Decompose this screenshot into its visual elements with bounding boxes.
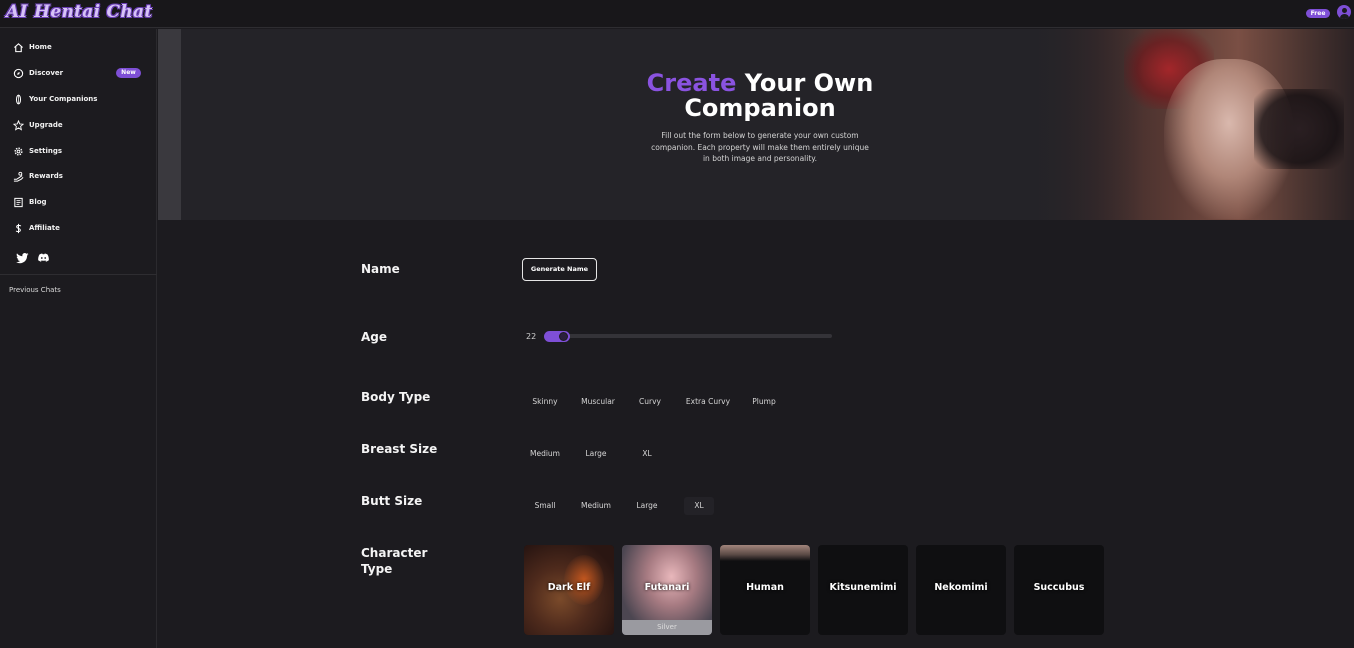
character-card-futanari[interactable]: Futanari Silver: [622, 545, 712, 635]
name-label: Name: [361, 262, 400, 276]
sidebar-item-discover[interactable]: Discover New: [0, 62, 157, 84]
sidebar-item-rewards[interactable]: Rewards: [0, 165, 157, 187]
hero-image: [1024, 29, 1354, 220]
hero-banner: Create Your Own Companion Fill out the f…: [158, 29, 1354, 220]
dollar-icon: [13, 223, 24, 234]
body-type-option[interactable]: Plump: [748, 393, 780, 411]
sidebar-item-label: Home: [29, 43, 52, 51]
character-card-label: Human: [746, 582, 784, 593]
age-value: 22: [526, 332, 537, 341]
sidebar-item-your-companions[interactable]: Your Companions: [0, 88, 157, 110]
butt-size-option[interactable]: Large: [630, 497, 664, 515]
body-type-option[interactable]: Muscular: [577, 393, 619, 411]
character-type-label: Character Type: [361, 546, 428, 576]
breast-size-option[interactable]: Large: [578, 445, 614, 463]
companion-icon: [13, 94, 24, 105]
body-type-option[interactable]: Skinny: [526, 393, 564, 411]
character-card-label: Kitsunemimi: [829, 582, 897, 593]
sidebar-item-label: Settings: [29, 147, 63, 155]
character-card-label: Futanari: [644, 582, 690, 593]
sidebar-item-label: Rewards: [29, 172, 63, 180]
sidebar-item-label: Discover: [29, 69, 64, 77]
body-type-option[interactable]: Extra Curvy: [682, 393, 734, 411]
sidebar-item-label: Affiliate: [29, 224, 60, 232]
age-slider-track[interactable]: [544, 334, 832, 338]
app-logo[interactable]: AI Hentai Chat: [6, 2, 153, 22]
character-card-kitsunemimi[interactable]: Kitsunemimi: [818, 545, 908, 635]
user-avatar-icon[interactable]: [1337, 5, 1351, 19]
sidebar-item-home[interactable]: Home: [0, 36, 157, 58]
sidebar: Home Discover New Your Companions Upgrad…: [0, 29, 157, 648]
breast-size-option[interactable]: XL: [634, 445, 660, 463]
star-icon: [13, 119, 24, 131]
butt-size-option[interactable]: Medium: [576, 497, 616, 515]
rewards-icon: [13, 171, 24, 182]
sidebar-item-label: Upgrade: [29, 121, 63, 129]
new-badge: New: [116, 68, 141, 78]
discord-icon[interactable]: [37, 249, 50, 262]
compass-icon: [13, 68, 24, 79]
breast-size-label: Breast Size: [361, 442, 438, 456]
character-card-succubus[interactable]: Succubus: [1014, 545, 1104, 635]
home-icon: [13, 42, 24, 53]
butt-size-option[interactable]: XL: [684, 497, 714, 515]
top-bar: AI Hentai Chat Free: [0, 0, 1354, 28]
body-type-label: Body Type: [361, 390, 431, 404]
sidebar-item-label: Blog: [29, 198, 47, 206]
character-card-dark-elf[interactable]: Dark Elf: [524, 545, 614, 635]
sidebar-divider: [0, 274, 157, 275]
character-card-label: Dark Elf: [547, 582, 591, 593]
butt-size-option[interactable]: Small: [528, 497, 562, 515]
character-card-nekomimi[interactable]: Nekomimi: [916, 545, 1006, 635]
generate-name-button[interactable]: Generate Name: [522, 258, 597, 281]
twitter-icon[interactable]: [16, 249, 29, 264]
breast-size-option[interactable]: Medium: [524, 445, 566, 463]
plan-badge[interactable]: Free: [1306, 9, 1330, 18]
silver-tier-badge: Silver: [622, 620, 712, 635]
age-label: Age: [361, 330, 388, 344]
character-card-label: Succubus: [1033, 582, 1085, 593]
body-type-option[interactable]: Curvy: [634, 393, 666, 411]
hero-subtitle: Fill out the form below to generate your…: [651, 131, 869, 163]
sidebar-item-settings[interactable]: Settings: [0, 140, 157, 162]
previous-chats-heading: Previous Chats: [9, 286, 61, 294]
character-card-human[interactable]: Human: [720, 545, 810, 635]
blog-icon: [13, 197, 24, 208]
gear-icon: [13, 146, 24, 157]
butt-size-label: Butt Size: [361, 494, 423, 508]
character-card-label: Nekomimi: [934, 582, 988, 593]
age-slider-thumb[interactable]: [559, 332, 568, 341]
sidebar-item-label: Your Companions: [29, 95, 98, 103]
hero-title: Create Your Own Companion: [646, 69, 874, 122]
sidebar-item-affiliate[interactable]: Affiliate: [0, 217, 157, 239]
sidebar-item-upgrade[interactable]: Upgrade: [0, 114, 157, 136]
sidebar-item-blog[interactable]: Blog: [0, 191, 157, 213]
